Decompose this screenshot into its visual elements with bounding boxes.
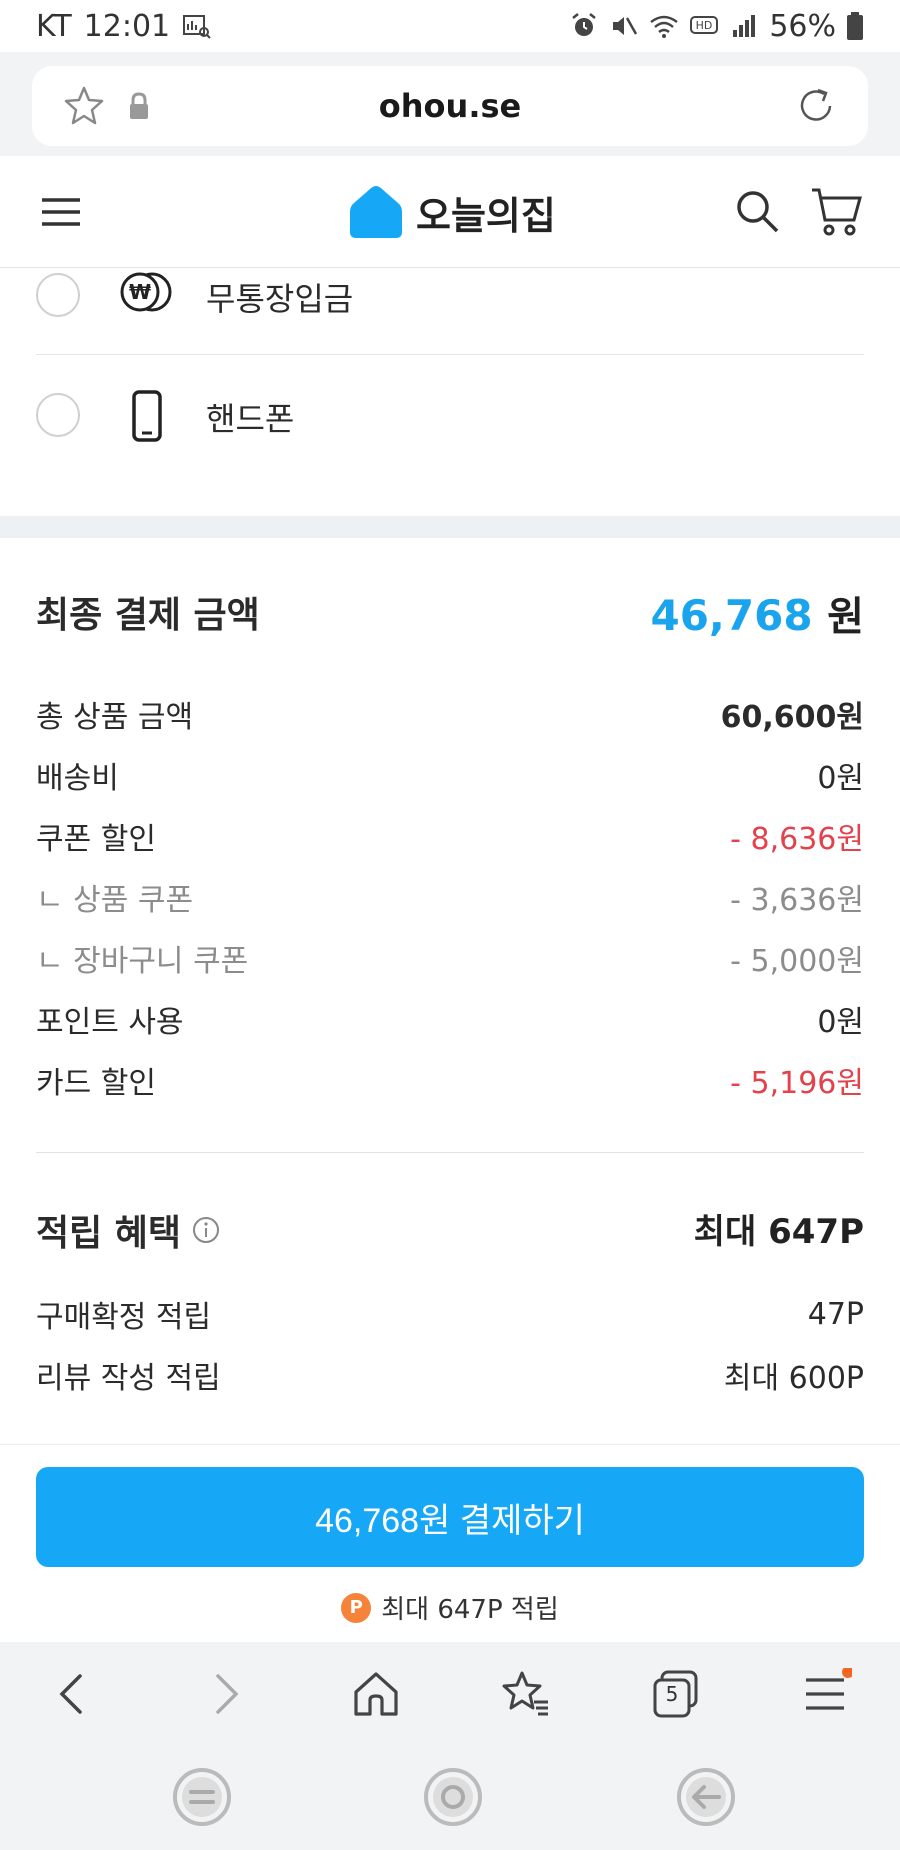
url-text[interactable]: ohou.se <box>32 87 868 125</box>
line-shipping: 배송비 0원 <box>36 753 864 797</box>
reward-purchase-confirm: 구매확정 적립 47P <box>36 1292 864 1336</box>
divider <box>36 1152 864 1153</box>
section-divider <box>0 516 900 538</box>
radio-button[interactable] <box>36 273 80 317</box>
payment-option-label: 핸드폰 <box>206 400 295 438</box>
final-amount-number: 46,768 <box>650 591 813 640</box>
site-logo[interactable]: 오늘의집 <box>348 184 556 240</box>
reward-total: 최대 647P <box>693 1212 864 1252</box>
svg-text:₩: ₩ <box>129 280 151 304</box>
points-badge-icon: P <box>341 1592 372 1623</box>
line-point-use: 포인트 사용 0원 <box>36 997 864 1041</box>
line-label: 구매확정 적립 <box>36 1300 212 1335</box>
browser-address-area: ohou.se <box>0 52 900 156</box>
signal-icon <box>733 15 756 37</box>
tabs-button[interactable]: 5 <box>650 1668 702 1720</box>
pay-button[interactable]: 46,768원 결제하기 <box>36 1467 864 1567</box>
mute-icon <box>613 17 638 35</box>
status-bar: KT 12:01 HD 56% <box>0 0 900 52</box>
won-coins-icon: ₩ <box>120 272 172 312</box>
line-value: 60,600원 <box>720 700 864 735</box>
menu-icon <box>806 1668 852 1710</box>
reward-title-text: 적립 혜택 <box>36 1213 182 1254</box>
line-coupon-discount: 쿠폰 할인 - 8,636원 <box>36 814 864 858</box>
search-icon[interactable] <box>734 188 780 234</box>
gallery-search-icon <box>183 15 211 39</box>
line-value: 47P <box>807 1296 864 1332</box>
hd-voice-icon: HD <box>690 16 719 34</box>
line-label: 총 상품 금액 <box>36 700 194 735</box>
clock: 12:01 <box>83 8 171 44</box>
radio-button[interactable] <box>36 393 80 437</box>
line-label: 리뷰 작성 적립 <box>36 1361 221 1396</box>
line-label: 카드 할인 <box>36 1066 156 1101</box>
line-value: - 5,000원 <box>730 944 864 979</box>
alarm-icon <box>572 13 597 36</box>
divider <box>36 354 864 355</box>
back-nav-icon[interactable] <box>675 1766 737 1828</box>
points-note: P 최대 647P 적립 <box>0 1589 900 1626</box>
cart-icon[interactable] <box>810 186 862 236</box>
payment-option-bank-transfer[interactable]: ₩ 무통장입금 <box>36 236 864 354</box>
battery-icon <box>847 12 863 40</box>
line-value: - 3,636원 <box>730 883 864 918</box>
browser-toolbar: 5 <box>0 1642 900 1746</box>
checkout-bar: 46,768원 결제하기 P 최대 647P 적립 <box>0 1444 900 1642</box>
line-label: 쿠폰 할인 <box>36 822 156 857</box>
line-value: - 5,196원 <box>730 1066 864 1101</box>
line-cart-coupon: ㄴ 장바구니 쿠폰 - 5,000원 <box>36 936 864 980</box>
line-label: ㄴ 장바구니 쿠폰 <box>36 944 249 979</box>
house-logo-icon <box>350 186 402 238</box>
points-note-text: 최대 647P 적립 <box>381 1595 559 1625</box>
wifi-icon <box>650 15 679 38</box>
payment-option-mobile[interactable]: 핸드폰 <box>36 356 864 474</box>
line-product-coupon: ㄴ 상품 쿠폰 - 3,636원 <box>36 875 864 919</box>
reload-icon[interactable] <box>794 84 838 128</box>
home-icon[interactable] <box>350 1668 402 1720</box>
home-nav-icon[interactable] <box>422 1766 484 1828</box>
final-amount-title: 최종 결제 금액 <box>36 595 260 636</box>
line-card-discount: 카드 할인 - 5,196원 <box>36 1058 864 1102</box>
battery-percent: 56% <box>769 8 836 44</box>
line-label: 배송비 <box>36 761 119 796</box>
line-value: 0원 <box>817 761 864 796</box>
hamburger-menu-icon[interactable] <box>40 192 82 232</box>
payment-option-label: 무통장입금 <box>206 280 354 318</box>
system-nav-bar <box>0 1746 900 1850</box>
line-total-product: 총 상품 금액 60,600원 <box>36 692 864 736</box>
reward-review: 리뷰 작성 적립 최대 600P <box>36 1353 864 1397</box>
line-value: - 8,636원 <box>730 822 864 857</box>
logo-text: 오늘의집 <box>416 193 556 238</box>
info-icon[interactable] <box>191 1215 221 1245</box>
line-value: 0원 <box>817 1005 864 1040</box>
carrier-label: KT <box>36 8 72 44</box>
mobile-phone-icon <box>132 390 162 442</box>
final-amount-value: 46,768 원 <box>650 584 864 642</box>
line-label: ㄴ 상품 쿠폰 <box>36 883 194 918</box>
bookmarks-icon[interactable] <box>500 1668 552 1720</box>
back-icon[interactable] <box>46 1668 98 1720</box>
browser-menu-button[interactable] <box>800 1668 852 1720</box>
address-bar[interactable]: ohou.se <box>32 66 868 146</box>
forward-icon[interactable] <box>200 1668 252 1720</box>
final-amount-unit: 원 <box>827 594 864 640</box>
line-value: 최대 600P <box>723 1361 864 1396</box>
svg-text:HD: HD <box>696 19 713 32</box>
tab-count: 5 <box>665 1682 679 1706</box>
reward-title: 적립 혜택 <box>36 1204 221 1256</box>
recent-apps-icon[interactable] <box>171 1766 233 1828</box>
line-label: 포인트 사용 <box>36 1005 184 1040</box>
